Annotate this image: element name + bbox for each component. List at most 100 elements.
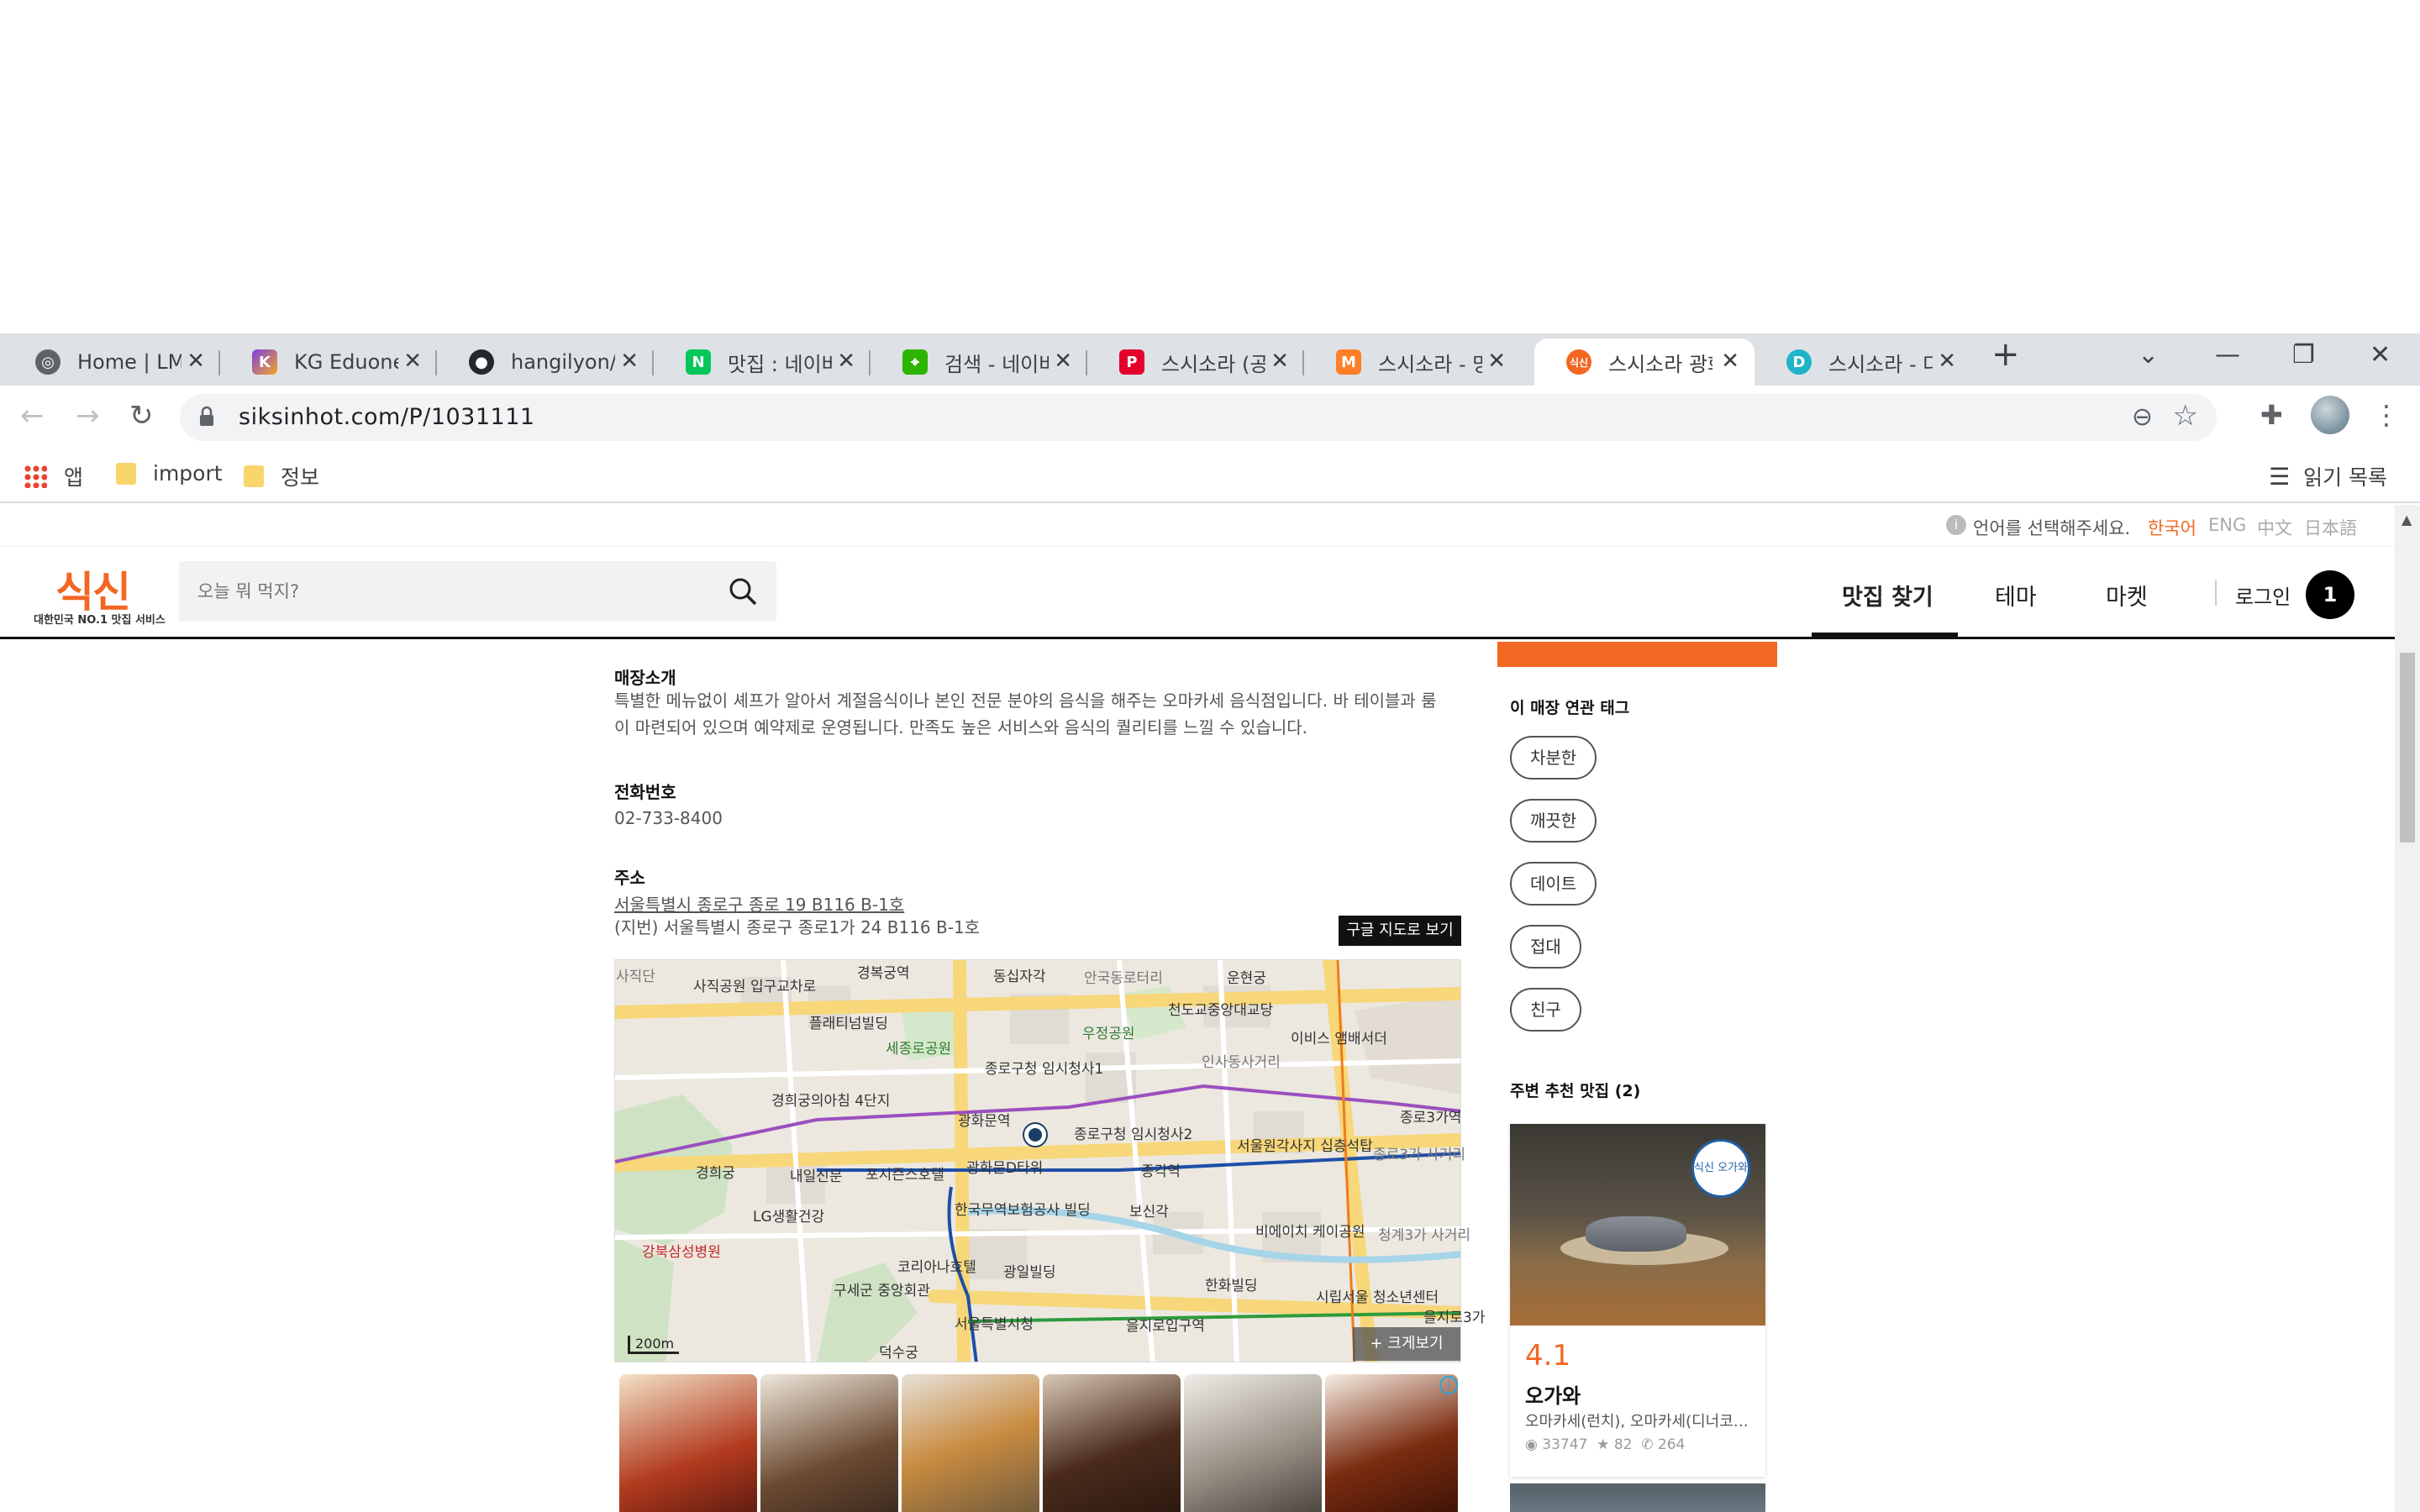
google-map-button[interactable]: 구글 지도로 보기 xyxy=(1339,916,1461,946)
tab-sushisora-active[interactable]: 식신 스시소라 광화 ✕ xyxy=(1534,339,1754,386)
folder-icon xyxy=(244,465,264,487)
notification-badge[interactable]: 1 xyxy=(2306,570,2354,619)
map-label: 종로구청 임시청사1 xyxy=(985,1061,1104,1078)
address-title: 주소 xyxy=(614,868,645,888)
map-enlarge-button[interactable]: + 크게보기 xyxy=(1353,1327,1460,1361)
map-label: 포시즌스호텔 xyxy=(865,1167,944,1184)
bookmark-apps[interactable]: 앱 xyxy=(24,461,83,491)
ad-image-bread[interactable] xyxy=(1043,1374,1181,1512)
address-road[interactable]: 서울특별시 종로구 종로 19 B116 B-1호 xyxy=(614,891,904,916)
tab-lms[interactable]: ◎ Home | LMS ✕ xyxy=(3,339,220,386)
kg-icon: K xyxy=(252,349,277,375)
menu-kebab-icon[interactable]: ⋮ xyxy=(2373,399,2400,431)
map-label: 운현궁 xyxy=(1227,970,1266,987)
store-location-pin[interactable] xyxy=(1024,1124,1046,1146)
tag-clean[interactable]: 깨끗한 xyxy=(1510,799,1597,843)
lang-chinese[interactable]: 中文 xyxy=(2257,515,2292,540)
search-input[interactable] xyxy=(197,576,685,606)
d-icon: D xyxy=(1786,349,1812,375)
tab-naver[interactable]: N 맛집 : 네이버 ✕ xyxy=(654,339,871,386)
tags-title: 이 매장 연관 태그 xyxy=(1510,699,1630,717)
browser-chrome: ◎ Home | LMS ✕ K KG Eduone ✕ ● hangilyon… xyxy=(0,333,2420,505)
ad-info-icon[interactable]: i xyxy=(1439,1376,1458,1394)
close-tab-icon[interactable]: ✕ xyxy=(1487,349,1506,374)
browser-toolbar: ← → ↻ siksinhot.com/P/1031111 ⊖ ☆ ✚ ⋮ xyxy=(0,386,2420,449)
map-label: 청계3가 사거리 xyxy=(1378,1227,1471,1244)
map-label: 을지로입구역 xyxy=(1126,1318,1205,1335)
forward-icon[interactable]: → xyxy=(76,399,100,433)
tag-business[interactable]: 접대 xyxy=(1510,925,1581,969)
menu-market[interactable]: 마켓 xyxy=(2106,579,2148,612)
profile-avatar[interactable] xyxy=(2311,396,2349,434)
map-label: 플래티넘빌딩 xyxy=(809,1016,888,1032)
lang-korean[interactable]: 한국어 xyxy=(2148,515,2196,540)
ad-banner[interactable]: i xyxy=(614,1374,1461,1512)
ad-image-cakes[interactable] xyxy=(760,1374,898,1512)
tag-friends[interactable]: 친구 xyxy=(1510,988,1581,1032)
ad-image-noodles[interactable] xyxy=(619,1374,757,1512)
lock-icon xyxy=(200,406,213,426)
close-tab-icon[interactable]: ✕ xyxy=(620,349,639,374)
map-label: 서울특별시청 xyxy=(955,1316,1034,1333)
menu-theme[interactable]: 테마 xyxy=(1995,579,2037,612)
menu-find-restaurants[interactable]: 맛집 찾기 xyxy=(1842,579,1933,612)
tab-sushisora-3[interactable]: D 스시소라 - 다 ✕ xyxy=(1754,339,1971,386)
new-tab-button[interactable]: + xyxy=(1991,335,2020,374)
lang-english[interactable]: ENG xyxy=(2208,515,2246,535)
tab-strip: ◎ Home | LMS ✕ K KG Eduone ✕ ● hangilyon… xyxy=(0,333,2420,386)
bookmark-import[interactable]: import xyxy=(116,461,223,486)
scroll-up-arrow-icon[interactable]: ▲ xyxy=(2402,512,2412,528)
site-search xyxy=(179,561,776,622)
logo-tagline: 대한민국 NO.1 맛집 서비스 xyxy=(34,614,166,627)
recommendation-photo[interactable]: 식신 오가와 xyxy=(1510,1124,1765,1326)
ad-image-ribs[interactable] xyxy=(1325,1374,1458,1512)
bookmark-info[interactable]: 정보 xyxy=(244,461,319,491)
map-label: 한국무역보험공사 빌딩 xyxy=(955,1202,1091,1219)
search-icon[interactable] xyxy=(728,576,758,606)
apps-grid-icon xyxy=(24,465,47,488)
address-bar[interactable]: siksinhot.com/P/1031111 ⊖ ☆ xyxy=(180,394,2217,441)
map-label: 안국동로터리 xyxy=(1084,970,1163,987)
tag-calm[interactable]: 차분한 xyxy=(1510,736,1597,780)
site-header: 식신 대한민국 NO.1 맛집 서비스 맛집 찾기 테마 마켓 로그인 1 xyxy=(0,547,2395,639)
ad-image-ricecake[interactable] xyxy=(1184,1374,1322,1512)
close-tab-icon[interactable]: ✕ xyxy=(1721,349,1739,374)
bookmark-star-icon[interactable]: ☆ xyxy=(2173,399,2198,433)
scroll-thumb[interactable] xyxy=(2400,653,2415,843)
tab-naver-search[interactable]: ⌖ 검색 - 네이버 ✕ xyxy=(871,339,1087,386)
back-icon[interactable]: ← xyxy=(20,399,45,433)
restaurant-category: 오마카세(런치), 오마카세(디너코… xyxy=(1525,1413,1749,1431)
lang-japanese[interactable]: 日本語 xyxy=(2304,515,2357,540)
tag-date[interactable]: 데이트 xyxy=(1510,862,1597,906)
folder-icon xyxy=(116,462,136,485)
page-scrollbar[interactable]: ▲ xyxy=(2395,505,2420,1512)
map-label: 경희궁 xyxy=(696,1165,735,1182)
tab-sushisora-1[interactable]: P 스시소라 (공 ✕ xyxy=(1087,339,1304,386)
restaurant-name[interactable]: 오가와 xyxy=(1525,1379,1581,1409)
login-link[interactable]: 로그인 xyxy=(2235,580,2291,610)
close-tab-icon[interactable]: ✕ xyxy=(1054,349,1072,374)
tab-github[interactable]: ● hangilyon/b ✕ xyxy=(437,339,654,386)
restore-icon[interactable]: ❐ xyxy=(2292,340,2315,370)
reading-list[interactable]: ☰ 읽기 목록 xyxy=(2269,461,2387,491)
recommendation-card[interactable]: 식신 오가와 4.1 오가와 오마카세(런치), 오마카세(디너코… ◉ 337… xyxy=(1510,1124,1765,1477)
siksin-page: i 언어를 선택해주세요. 한국어 ENG 中文 日本語 식신 대한민국 NO.… xyxy=(0,505,2420,1512)
tab-kg-eduone[interactable]: K KG Eduone ✕ xyxy=(220,339,437,386)
close-tab-icon[interactable]: ✕ xyxy=(1270,349,1289,374)
close-tab-icon[interactable]: ✕ xyxy=(1938,349,1956,374)
extensions-icon[interactable]: ✚ xyxy=(2260,399,2283,431)
phone-icon: ✆ xyxy=(1641,1436,1654,1453)
minimize-icon[interactable]: — xyxy=(2215,340,2240,370)
reload-icon[interactable]: ↻ xyxy=(129,399,154,433)
recommendation-card-next[interactable] xyxy=(1510,1483,1765,1512)
close-tab-icon[interactable]: ✕ xyxy=(403,349,422,374)
close-window-icon[interactable]: ✕ xyxy=(2370,340,2391,370)
tab-search-icon[interactable]: ⌄ xyxy=(2138,340,2159,370)
ad-image-lunchbox[interactable] xyxy=(902,1374,1039,1512)
tab-sushisora-2[interactable]: M 스시소라 - 망 ✕ xyxy=(1304,339,1521,386)
language-bar: i 언어를 선택해주세요. 한국어 ENG 中文 日本語 xyxy=(0,505,2395,547)
close-tab-icon[interactable]: ✕ xyxy=(187,349,205,374)
zoom-icon[interactable]: ⊖ xyxy=(2132,402,2153,432)
phone-number[interactable]: 02-733-8400 xyxy=(614,805,1438,832)
close-tab-icon[interactable]: ✕ xyxy=(837,349,855,374)
